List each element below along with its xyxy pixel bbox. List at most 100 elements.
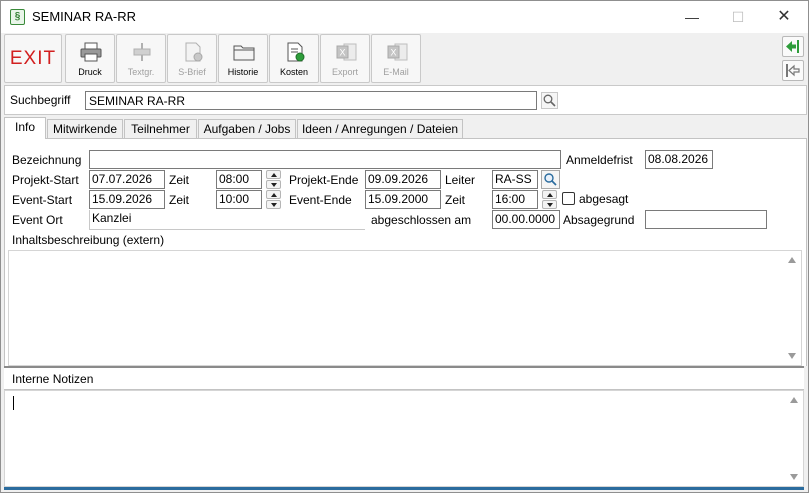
gray-arrow-icon	[786, 64, 800, 77]
close-button[interactable]: ✕	[761, 1, 807, 33]
history-button-label: Historie	[227, 67, 259, 77]
text-size-button-label: Textgr.	[127, 67, 155, 77]
spinner-down-icon[interactable]	[542, 200, 557, 209]
notes-label: Interne Notizen	[12, 372, 94, 386]
projekt-ende-input[interactable]: 09.09.2026	[365, 170, 441, 189]
export-button-label: Export	[331, 67, 358, 77]
event-start-label: Event-Start	[12, 193, 73, 207]
event-ende-label: Event-Ende	[289, 193, 352, 207]
search-button[interactable]	[541, 92, 558, 109]
anmeldefrist-input[interactable]: 08.08.2026	[645, 150, 713, 169]
scroll-down-icon[interactable]	[790, 474, 798, 480]
event-start-zeit-label: Zeit	[169, 193, 190, 207]
svg-text:X: X	[340, 48, 346, 58]
inhaltsbeschreibung-textarea[interactable]	[8, 250, 802, 366]
email-button[interactable]: X E-Mail	[371, 34, 421, 83]
event-ort-label: Event Ort	[12, 213, 63, 227]
projekt-start-zeit-label: Zeit	[169, 173, 190, 187]
tab-info[interactable]: Info	[4, 117, 46, 139]
spinner-down-icon[interactable]	[266, 180, 281, 189]
printer-icon	[80, 42, 102, 62]
excel-icon: X	[336, 43, 357, 61]
bezeichnung-input[interactable]	[89, 150, 561, 169]
costs-button[interactable]: Kosten	[269, 34, 319, 83]
notes-header: Interne Notizen	[4, 366, 804, 390]
history-button[interactable]: Historie	[218, 34, 268, 83]
export-button[interactable]: X Export	[320, 34, 370, 83]
tab-ideen-anregungen-dateien[interactable]: Ideen / Anregungen / Dateien	[297, 119, 463, 139]
tab-teilnehmer[interactable]: Teilnehmer	[124, 119, 197, 139]
event-ende-input[interactable]: 15.09.2000	[365, 190, 441, 209]
notes-textarea[interactable]	[4, 390, 804, 487]
scroll-up-icon[interactable]	[790, 397, 798, 403]
scroll-down-icon[interactable]	[788, 353, 796, 359]
event-ende-zeit-spinner[interactable]	[542, 190, 557, 209]
event-ort-input[interactable]: Kanzlei	[89, 210, 365, 230]
spinner-up-icon[interactable]	[266, 190, 281, 199]
email-button-label: E-Mail	[383, 67, 409, 77]
info-panel: Bezeichnung Anmeldefrist 08.08.2026 Proj…	[4, 138, 807, 366]
spinner-up-icon[interactable]	[266, 170, 281, 179]
abgesagt-label: abgesagt	[579, 192, 629, 206]
document-gear-icon	[185, 42, 203, 62]
text-caret	[13, 396, 14, 410]
leiter-label: Leiter	[445, 173, 476, 187]
event-start-input[interactable]: 15.09.2026	[89, 190, 165, 209]
costs-document-icon	[287, 42, 305, 62]
tab-bar: Info Mitwirkende Teilnehmer Aufgaben / J…	[4, 117, 807, 139]
text-size-icon	[133, 43, 151, 61]
exit-button[interactable]: EXIT	[4, 34, 62, 83]
leiter-search-button[interactable]	[541, 170, 560, 189]
abgeschlossen-input[interactable]: 00.00.0000	[492, 210, 560, 229]
search-row: Suchbegriff	[4, 85, 807, 115]
status-accent-line	[4, 487, 804, 490]
scroll-up-icon[interactable]	[788, 257, 796, 263]
print-button-label: Druck	[78, 67, 102, 77]
search-label: Suchbegriff	[10, 93, 71, 107]
tab-mitwirkende[interactable]: Mitwirkende	[47, 119, 123, 139]
window-title: SEMINAR RA-RR	[32, 9, 137, 24]
svg-text:X: X	[391, 48, 397, 58]
previous-record-button[interactable]	[782, 60, 804, 81]
print-button[interactable]: Druck	[65, 34, 115, 83]
notes-scrollbar[interactable]	[786, 391, 803, 486]
green-arrow-icon	[786, 40, 799, 53]
app-icon: §	[10, 9, 25, 25]
abgesagt-checkbox[interactable]	[562, 192, 575, 205]
serial-letter-button-label: S-Brief	[178, 67, 206, 77]
description-scrollbar[interactable]	[784, 251, 801, 365]
leiter-input[interactable]: RA-SS	[492, 170, 538, 189]
event-ende-zeit-input[interactable]: 16:00	[492, 190, 538, 209]
search-input[interactable]	[85, 91, 537, 110]
magnifier-icon	[543, 94, 556, 107]
maximize-button[interactable]: ☐	[715, 1, 761, 33]
excel-mail-icon: X	[387, 43, 408, 61]
spinner-down-icon[interactable]	[266, 200, 281, 209]
absagegrund-label: Absagegrund	[563, 213, 635, 227]
projekt-start-label: Projekt-Start	[12, 173, 79, 187]
minimize-button[interactable]: —	[669, 1, 715, 33]
projekt-start-input[interactable]: 07.07.2026	[89, 170, 165, 189]
next-record-button[interactable]	[782, 36, 804, 57]
magnifier-icon	[544, 173, 557, 186]
projekt-start-zeit-input[interactable]: 08:00	[216, 170, 262, 189]
abgeschlossen-label: abgeschlossen am	[371, 213, 472, 227]
application-window: § SEMINAR RA-RR — ☐ ✕ EXIT Druck Textgr.	[0, 0, 809, 493]
anmeldefrist-label: Anmeldefrist	[566, 153, 633, 167]
absagegrund-input[interactable]	[645, 210, 767, 229]
title-bar: § SEMINAR RA-RR — ☐ ✕	[1, 1, 808, 33]
event-start-zeit-spinner[interactable]	[266, 190, 281, 209]
inhaltsbeschreibung-label: Inhaltsbeschreibung (extern)	[12, 233, 165, 247]
spinner-up-icon[interactable]	[542, 190, 557, 199]
projekt-start-zeit-spinner[interactable]	[266, 170, 281, 189]
serial-letter-button[interactable]: S-Brief	[167, 34, 217, 83]
tab-aufgaben-jobs[interactable]: Aufgaben / Jobs	[198, 119, 296, 139]
projekt-ende-label: Projekt-Ende	[289, 173, 359, 187]
toolbar: EXIT Druck Textgr. S-Brief Historie Kost…	[1, 33, 808, 85]
folder-icon	[233, 45, 255, 61]
costs-button-label: Kosten	[279, 67, 309, 77]
text-size-button[interactable]: Textgr.	[116, 34, 166, 83]
event-ende-zeit-label: Zeit	[445, 193, 466, 207]
event-start-zeit-input[interactable]: 10:00	[216, 190, 262, 209]
bezeichnung-label: Bezeichnung	[12, 153, 82, 167]
